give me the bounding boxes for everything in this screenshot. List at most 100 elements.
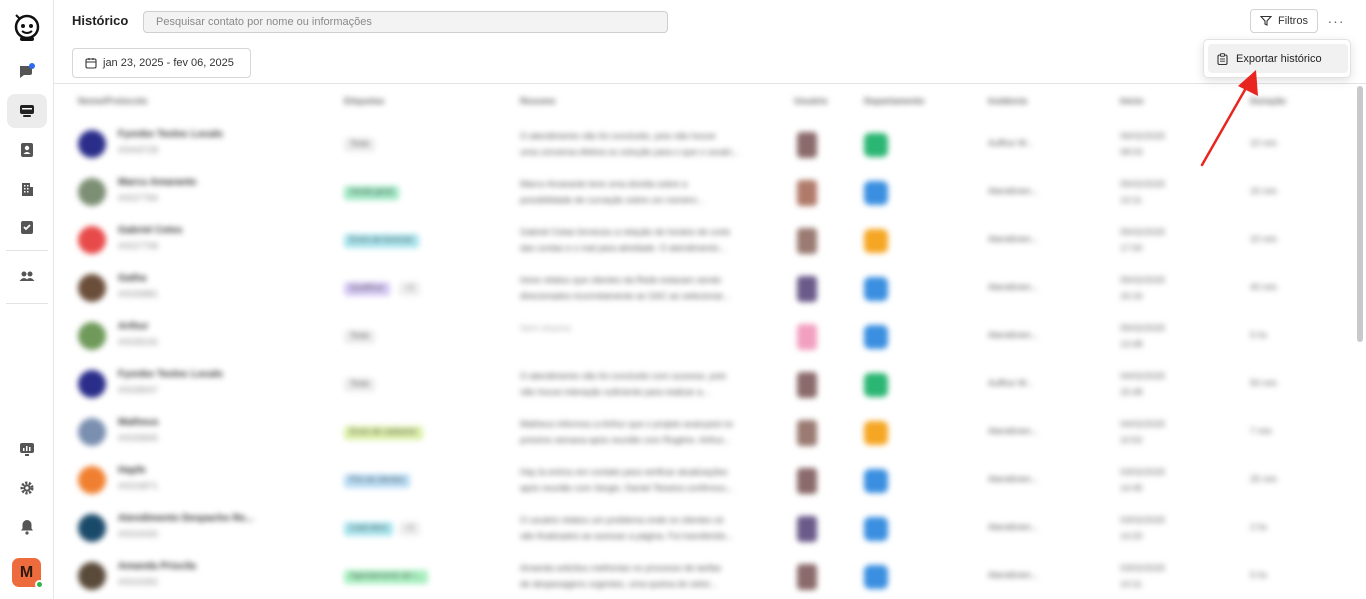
chat-icon [20,63,35,78]
user-avatar [797,132,817,158]
date-range-label: jan 23, 2025 - fev 06, 2025 [103,57,234,69]
contact-avatar [78,322,106,350]
start-datetime: 04/02/2025 15:48 [1120,368,1165,400]
calendar-icon [85,58,97,69]
table-row[interactable]: Fyonbo Teoloc Locals #0028047 Teste O at… [54,354,1354,402]
contact-avatar [78,370,106,398]
tag-badge: Teste [344,378,376,392]
export-history-menu-item[interactable]: Exportar histórico [1208,44,1348,73]
filters-button[interactable]: Filtros [1250,9,1318,33]
summary-line: são finalizados ao acessar a página. Foi… [520,531,734,541]
column-header[interactable]: Departamento [864,96,925,106]
tag-badge: Teste [344,138,376,152]
duration: 5 hs [1250,570,1268,580]
summary-text: O atendimento não foi concluído com suce… [520,368,780,400]
column-header[interactable]: Início [1120,96,1144,106]
more-options-menu: Exportar histórico [1203,39,1351,78]
filter-icon [1260,15,1273,26]
contact-avatar [78,274,106,302]
summary-text: Marco Amarante teve uma dúvida sobre a p… [520,176,780,208]
user-initial: M [19,563,34,581]
protocol-number: #0027708 [118,241,159,251]
contact-name: Gabriel Cetes [118,225,183,236]
start-date: 04/02/2025 [1120,419,1166,429]
sidebar-item-contacts[interactable] [7,133,47,167]
column-header[interactable]: Instância [988,96,1027,106]
contact-avatar [78,466,106,494]
summary-line: O atendimento não foi concluído com suce… [520,371,727,381]
table-row[interactable]: Hapfe #0024871 Pós de clientes Hay la en… [54,450,1354,498]
start-time: 16:16 [1120,291,1143,301]
column-header[interactable]: Usuário [794,96,828,106]
summary-line: Hay la entrou em contato para verificar … [520,467,728,477]
department-icon [864,373,888,397]
contact-name: Arthur [118,321,149,332]
user-avatar [797,276,817,302]
sidebar-item-tasks[interactable] [7,211,47,245]
contact-avatar [78,418,106,446]
department-icon [864,133,888,157]
tag-badge: Envio de cadastrar [344,426,423,440]
tag-badge: Lead ativo [344,522,393,536]
protocol-number: #0024430 [118,529,159,539]
summary-line: uma conversa efetiva ou solução para o q… [520,147,740,157]
table-row[interactable]: Gatha #0026881 Qualificar +2 Irene relat… [54,258,1354,306]
summary-line: Gabriel Cetas forneceu a relação de horá… [520,227,731,237]
filters-label: Filtros [1278,15,1308,27]
search-input[interactable]: Pesquisar contato por nome ou informaçõe… [143,11,668,33]
start-time: 15:48 [1120,387,1143,397]
summary-line: possibilidade de curvação sobre um númer… [520,195,705,205]
sidebar: M [0,0,54,599]
department-icon [864,469,888,493]
more-options-button[interactable]: ··· [1326,12,1346,30]
contact-avatar [78,130,106,158]
summary-text: Gabriel Cetas forneceu a relação de horá… [520,224,780,256]
sidebar-item-history[interactable] [7,94,47,128]
sidebar-item-companies[interactable] [7,172,47,206]
instance-name: Atendimen... [988,186,1039,196]
sidebar-item-settings[interactable] [7,471,47,505]
start-datetime: 05/02/2025 13:48 [1120,320,1165,352]
column-header[interactable]: Duração [1250,96,1286,106]
department-icon [864,421,888,445]
summary-text: Irene relatou que clientes da Rede estav… [520,272,780,304]
table-row[interactable]: Atendimento Despacho Re... #0024430 Lead… [54,498,1354,546]
scrollbar[interactable] [1357,86,1363,342]
clipboard-icon [1217,52,1228,65]
contact-avatar [78,226,106,254]
column-header[interactable]: Nome/Protocolo [78,96,148,106]
column-header[interactable]: Resumo [520,96,556,106]
sidebar-item-reports[interactable] [7,432,47,466]
start-date: 03/02/2025 [1120,515,1166,525]
summary-line: O usuário relatou um problema onde os cl… [520,515,724,525]
start-date: 06/02/2025 [1120,131,1166,141]
contact-avatar [78,514,106,542]
column-header[interactable]: Etiquetas [344,96,385,106]
date-range-picker[interactable]: jan 23, 2025 - fev 06, 2025 [72,48,251,78]
table-row[interactable]: Marcu Amaranto #0027784 Venda geral Marc… [54,162,1354,210]
start-date: 03/02/2025 [1120,563,1166,573]
table-row[interactable]: Gabriel Cetes #0027708 Envio de licencia… [54,210,1354,258]
sidebar-item-notifications[interactable] [7,510,47,544]
tag-badge: Agendamento de r... [344,570,429,584]
instance-name: Atendimen... [988,522,1039,532]
duration: 10 min [1250,138,1278,148]
bell-icon [21,520,33,535]
start-date: 05/02/2025 [1120,227,1166,237]
start-datetime: 06/02/2025 08:03 [1120,128,1165,160]
sidebar-item-team[interactable] [7,259,47,293]
summary-line: direcionados incorretamente ao SAC ao se… [520,291,731,301]
table-row[interactable]: Amanda Priscila #0024392 Agendamento de … [54,546,1354,594]
logo-icon[interactable] [13,11,41,41]
user-avatar [797,564,817,590]
page-title: Histórico [72,13,129,28]
table-row[interactable]: Arthur #0028192 Teste Sem resumo Atendim… [54,306,1354,354]
sidebar-item-chats[interactable] [7,55,47,89]
summary-text: O atendimento não foi concluído, pois nã… [520,128,780,160]
tag-badge: Qualificar [344,282,390,296]
instance-name: Atendimen... [988,282,1039,292]
user-avatar [797,324,817,350]
user-avatar[interactable]: M [12,558,44,589]
table-row[interactable]: Matheus #0026845 Envio de cadastrar Math… [54,402,1354,450]
table-row[interactable]: Fyonbo Teoloc Locals #0043728 Teste O at… [54,114,1354,162]
